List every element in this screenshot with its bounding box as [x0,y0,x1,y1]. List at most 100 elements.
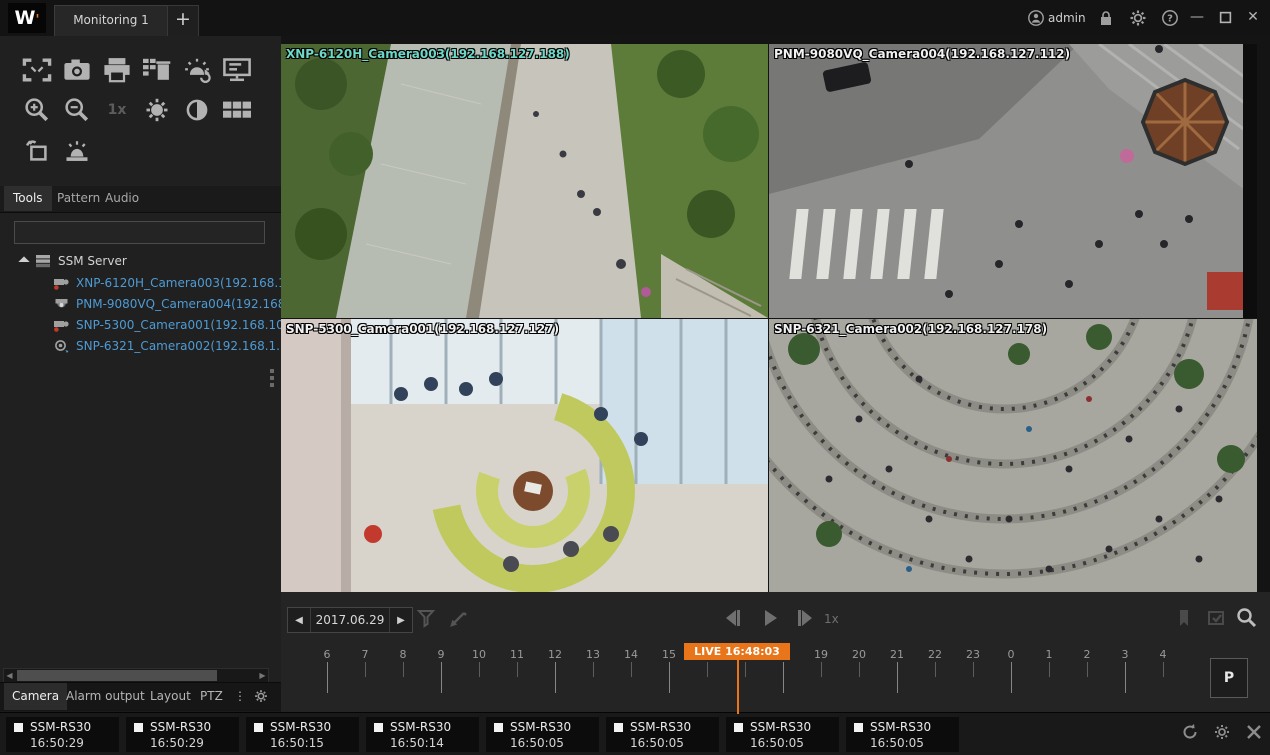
tab-audio[interactable]: Audio [96,186,148,211]
timeline-ruler[interactable]: LIVE 16:48:03 67891011121314151617181920… [281,648,1270,712]
timeline-tick [1125,662,1126,693]
tree-node-camera[interactable]: SNP-5300_Camera001(192.168.10 [0,315,281,336]
workspace-tab-monitoring1[interactable]: Monitoring 1 [54,5,168,37]
scrollbar-thumb[interactable] [17,670,217,681]
timeline-playhead[interactable] [737,660,739,714]
video-tile-4[interactable]: SNP-6321_Camera002(192.168.127.178) [769,319,1257,592]
event-cell[interactable]: SSM-RS3016:50:29 [126,717,239,752]
event-source: SSM-RS30 [750,720,811,734]
print-icon[interactable] [100,56,134,84]
tree-node-server[interactable]: SSM Server [0,251,281,272]
timeline-hour-label: 13 [581,648,605,661]
tree-search-input[interactable] [15,222,264,243]
timeline-zoom-icon[interactable] [1233,605,1259,631]
video-tile-3[interactable]: SNP-5300_Camera001(192.168.127.127) [281,319,768,592]
statusbar-gear-icon[interactable] [1212,722,1232,742]
timeline-hour-label: 3 [1113,648,1137,661]
tree-node-camera[interactable]: XNP-6120H_Camera003(192.168.1. [0,273,281,294]
date-value[interactable]: 2017.06.29 [310,608,390,632]
event-cell[interactable]: SSM-RS30 16:50:05 [726,717,839,752]
timeline-tick [973,662,974,677]
tree-search-box [14,221,265,244]
help-icon[interactable]: ? [1160,9,1180,27]
camera-osd-label: SNP-6321_Camera002(192.168.127.178) [774,322,1047,336]
zoom-1x-icon[interactable]: 1x [100,96,134,124]
video-tile-1[interactable]: XNP-6120H_Camera003(192.168.127.188) [281,44,768,318]
edit-pencil-icon[interactable] [446,605,472,631]
bookmark-icon[interactable] [1171,605,1197,631]
step-forward-icon[interactable] [793,605,819,631]
timeline-tick [631,662,632,677]
prev-day-arrow[interactable]: ◀ [288,615,310,626]
camera-osd-label: PNM-9080VQ_Camera004(192.168.127.112) [774,47,1070,61]
brightness-icon[interactable] [140,96,174,124]
event-cell[interactable]: SSM-RS3016:50:05 [486,717,599,752]
ptz-camera-icon [53,318,70,333]
export-icon[interactable] [1203,605,1229,631]
scroll-right-arrow[interactable]: ▶ [257,670,268,681]
statusbar-close-icon[interactable] [1244,722,1264,742]
timeline-hour-label: 22 [923,648,947,661]
event-cell[interactable]: SSM-RS3016:50:05 [846,717,959,752]
clear-layout-icon[interactable] [140,56,174,84]
tree-node-camera[interactable]: PNM-9080VQ_Camera004(192.168 [0,294,281,315]
scroll-left-arrow[interactable]: ◀ [4,670,15,681]
snapshot-icon[interactable] [60,56,94,84]
lock-icon[interactable] [1096,9,1116,27]
panel-splitter-handle[interactable] [268,366,275,392]
timeline-tick [441,662,442,693]
close-button[interactable]: ✕ [1242,9,1264,27]
zoom-in-icon[interactable] [20,96,54,124]
event-cell[interactable]: SSM-RS3016:50:29 [6,717,119,752]
filter-icon[interactable] [413,605,439,631]
event-cell[interactable]: SSM-RS3016:50:05 [606,717,719,752]
step-backward-icon[interactable] [719,605,745,631]
fullscreen-icon[interactable] [20,56,54,84]
zoom-out-icon[interactable] [60,96,94,124]
camera-tree-label: SNP-6321_Camera002(192.168.1.1 [76,336,281,357]
panel-settings-gear-icon[interactable] [252,688,270,706]
osd-display-icon[interactable] [220,56,254,84]
event-source: SSM-RS30 [390,720,451,734]
more-tabs-icon[interactable]: ⋮ [226,683,254,710]
timeline-tick [479,662,480,677]
event-refresh-icon[interactable] [180,56,214,84]
add-tab-button[interactable]: + [167,5,199,37]
event-cell[interactable]: SSM-RS3016:50:14 [366,717,479,752]
event-cell[interactable]: SSM-RS3016:50:15 [246,717,359,752]
layout-grid-icon[interactable] [220,96,254,124]
refresh-icon[interactable] [1180,722,1200,742]
tab-tools-label: Tools [13,191,43,205]
logo-accent: ' [35,13,39,28]
next-day-arrow[interactable]: ▶ [390,615,412,626]
event-square-icon [254,723,263,732]
tab-tools[interactable]: Tools [4,186,52,211]
event-time: 16:50:05 [750,736,804,750]
tab-camera-label: Camera [12,689,59,703]
expand-arrow-icon[interactable] [18,256,29,267]
timeline-hour-label: 11 [505,648,529,661]
event-square-icon [374,723,383,732]
sidebar-horizontal-scrollbar[interactable]: ◀ ▶ [3,668,269,683]
play-icon[interactable] [757,605,783,631]
tree-node-camera[interactable]: SNP-6321_Camera002(192.168.1.1 [0,336,281,357]
server-icon [34,254,52,269]
camera-osd-label: XNP-6120H_Camera003(192.168.127.188) [286,47,570,61]
maximize-button[interactable] [1214,9,1236,27]
minimize-button[interactable]: — [1186,9,1208,27]
tab-alarm-output[interactable]: Alarm output [58,683,153,710]
timeline-tick [555,662,556,693]
tab-ptz[interactable]: PTZ [192,683,231,710]
preset-p-button[interactable]: P [1210,658,1248,698]
alarm-beacon-icon[interactable] [60,137,94,165]
contrast-icon[interactable] [180,96,214,124]
timeline-tick [745,662,746,677]
tab-layout[interactable]: Layout [142,683,199,710]
timeline-tick [1087,662,1088,677]
event-source: SSM-RS30 [150,720,211,734]
user-icon [1026,9,1046,27]
instant-viewer-icon[interactable] [20,137,54,165]
settings-gear-icon[interactable] [1128,9,1148,27]
video-tile-2[interactable]: PNM-9080VQ_Camera004(192.168.127.112) [769,44,1257,318]
logo-text: W [15,7,36,29]
